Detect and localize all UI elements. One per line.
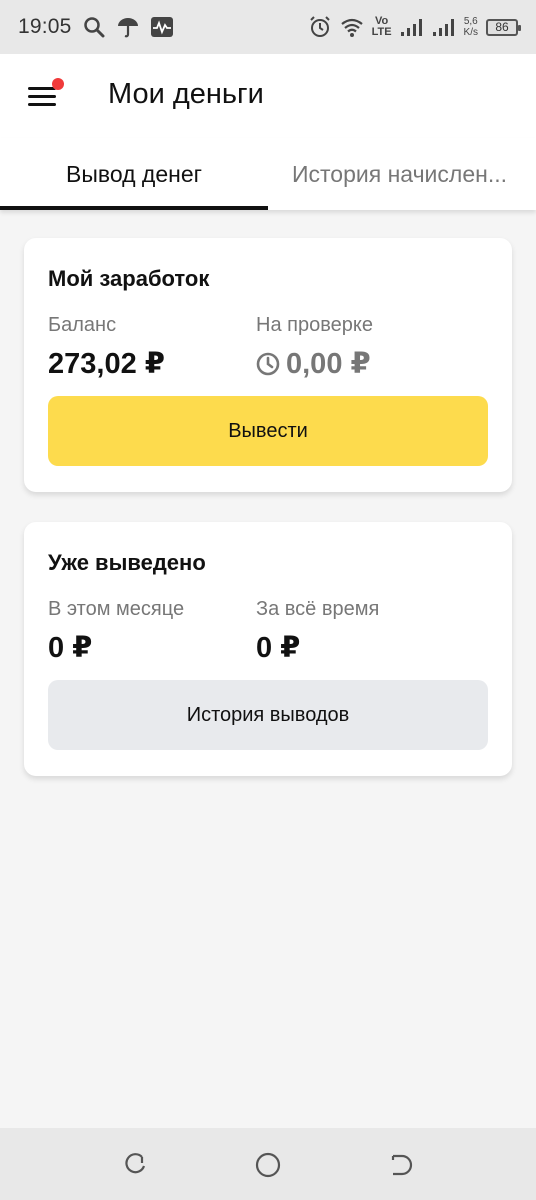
system-nav-bar bbox=[0, 1128, 536, 1200]
tab-bar: Вывод денег История начислен... bbox=[0, 138, 536, 210]
balance-label: Баланс bbox=[48, 314, 117, 336]
alarm-icon bbox=[308, 15, 332, 39]
withdrawal-history-button[interactable]: История выводов bbox=[48, 680, 488, 750]
home-icon[interactable] bbox=[253, 1150, 283, 1180]
pending-amount: 0,00 ₽ bbox=[256, 346, 371, 381]
app-bar: Мои деньги bbox=[0, 54, 536, 138]
withdraw-button[interactable]: Вывести bbox=[48, 396, 488, 466]
status-bar: 19:05 Vo LTE 5,6 K/s 86 bbox=[0, 0, 536, 54]
month-label: В этом месяце bbox=[48, 598, 185, 620]
recent-apps-icon[interactable] bbox=[120, 1150, 150, 1180]
tab-withdraw[interactable]: Вывод денег bbox=[0, 138, 268, 210]
alltime-label: За всё время bbox=[256, 598, 380, 620]
earnings-card-title: Мой заработок bbox=[48, 266, 210, 291]
volte-indicator: Vo LTE bbox=[372, 16, 392, 38]
alltime-value: 0 ₽ bbox=[256, 632, 301, 664]
pending-value: 0,00 ₽ bbox=[286, 348, 371, 380]
status-right: Vo LTE 5,6 K/s 86 bbox=[308, 15, 521, 39]
search-icon bbox=[82, 15, 106, 39]
activity-monitor-icon bbox=[150, 15, 174, 39]
withdrawn-card: Уже выведено В этом месяце 0 ₽ За всё вр… bbox=[24, 522, 512, 776]
tab-accrual-history[interactable]: История начислен... bbox=[268, 138, 536, 210]
volte-bottom: LTE bbox=[371, 26, 392, 38]
earnings-card: Мой заработок Баланс 273,02 ₽ На проверк… bbox=[24, 238, 512, 492]
back-icon[interactable] bbox=[386, 1150, 416, 1180]
network-speed: 5,6 K/s bbox=[464, 16, 478, 38]
page-title: Мои деньги bbox=[108, 78, 264, 110]
menu-button[interactable] bbox=[24, 78, 64, 118]
notification-dot bbox=[52, 78, 64, 90]
month-value: 0 ₽ bbox=[48, 632, 93, 664]
signal-icon-sim1 bbox=[400, 15, 424, 39]
umbrella-icon bbox=[116, 15, 140, 39]
status-time: 19:05 bbox=[18, 15, 72, 38]
battery-icon: 86 bbox=[486, 18, 521, 36]
balance-value: 273,02 ₽ bbox=[48, 348, 165, 380]
speed-value: 5,6 bbox=[463, 16, 478, 27]
withdrawn-card-title: Уже выведено bbox=[48, 550, 206, 575]
speed-unit: K/s bbox=[463, 27, 478, 38]
signal-icon-sim2 bbox=[432, 15, 456, 39]
status-left: 19:05 bbox=[18, 15, 174, 39]
clock-icon bbox=[256, 352, 280, 376]
pending-label: На проверке bbox=[256, 314, 373, 336]
wifi-icon bbox=[340, 15, 364, 39]
